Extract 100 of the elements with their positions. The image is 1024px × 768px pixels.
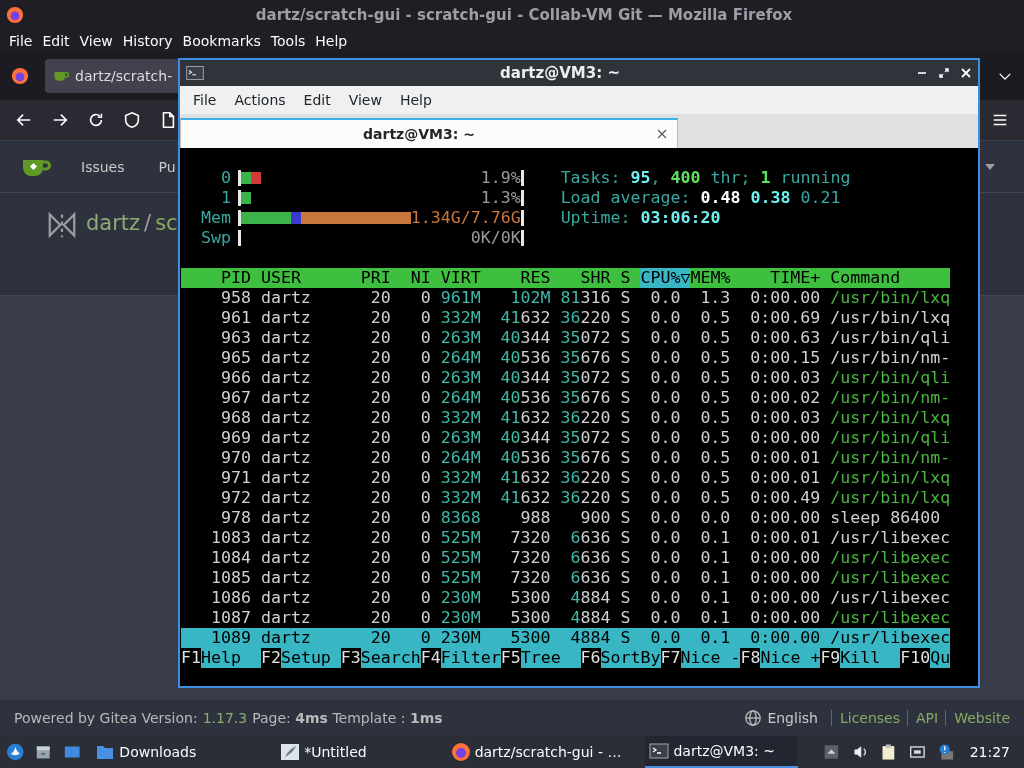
menu-item[interactable]: Tools: [265, 33, 311, 49]
column-header[interactable]: TIME+: [730, 268, 821, 288]
process-row[interactable]: 970 dartz 20 0 264M 40536 35676 S 0.0 0.5 0:00.01 /usr/bin/nm-: [181, 448, 951, 468]
table-cell: 525M: [440, 568, 481, 587]
language-link[interactable]: English: [767, 710, 818, 726]
forward-icon[interactable]: [51, 111, 69, 129]
reload-icon[interactable]: [87, 111, 105, 129]
taskbar-button[interactable]: dartz/scratch-gui - …: [446, 736, 626, 768]
menu-item[interactable]: Help: [310, 33, 353, 49]
summary-line: Load average: 0.48 0.38 0.21: [560, 188, 841, 208]
menu-item[interactable]: Edit: [37, 33, 75, 49]
menu-item[interactable]: Bookmarks: [177, 33, 266, 49]
process-row[interactable]: 966 dartz 20 0 263M 40344 35072 S 0.0 0.5 0:00.03 /usr/bin/qli: [181, 368, 951, 388]
column-header[interactable]: RES: [480, 268, 551, 288]
table-cell-text: dartz: [259, 448, 312, 468]
process-row[interactable]: 1089 dartz 20 0 230M 5300 4884 S 0.0 0.1 0:00.00 /usr/libexec: [181, 628, 951, 648]
process-row[interactable]: 971 dartz 20 0 332M 41632 36220 S 0.0 0.5 0:00.01 /usr/bin/lxq: [181, 468, 951, 488]
process-row[interactable]: 965 dartz 20 0 264M 40536 35676 S 0.0 0.5 0:00.15 /usr/bin/nm-: [181, 348, 951, 368]
nav-link[interactable]: Pu: [158, 158, 176, 175]
menu-item[interactable]: Help: [390, 92, 441, 108]
process-row[interactable]: 961 dartz 20 0 332M 41632 36220 S 0.0 0.5 0:00.69 /usr/bin/lxq: [181, 308, 951, 328]
menu-item[interactable]: View: [339, 92, 391, 108]
meter-label: Mem: [199, 208, 231, 228]
process-row[interactable]: 978 dartz 20 0 8368 988 900 S 0.0 0.0 0:00.00 sleep 86400: [181, 508, 951, 528]
table-cell-text: dartz: [259, 608, 312, 628]
table-cell-text: dartz: [259, 628, 312, 648]
table-cell: 40344: [500, 328, 551, 347]
table-cell-text: dartz: [259, 308, 312, 328]
process-row[interactable]: 1086 dartz 20 0 230M 5300 4884 S 0.0 0.1 0:00.00 /usr/libexec: [181, 588, 951, 608]
column-header[interactable]: VIRT: [430, 268, 481, 288]
column-header[interactable]: Command: [820, 268, 951, 288]
repository-owner-link[interactable]: dartz: [86, 211, 141, 235]
browser-logo-icon: [11, 67, 29, 85]
repository-name-link[interactable]: sc: [155, 211, 178, 235]
process-row[interactable]: 972 dartz 20 0 332M 41632 36220 S 0.0 0.5 0:00.49 /usr/bin/lxq: [181, 488, 951, 508]
clock[interactable]: 21:27: [969, 744, 1010, 760]
table-cell: 7320: [510, 528, 551, 547]
browser-tab[interactable]: dartz/scratch-: [45, 59, 181, 93]
menu-item[interactable]: View: [74, 33, 118, 49]
caret-icon[interactable]: [985, 163, 995, 170]
column-header[interactable]: USER: [250, 268, 351, 288]
shield-icon[interactable]: [123, 111, 141, 129]
chevron-down-icon[interactable]: [998, 71, 1012, 81]
notification-icon[interactable]: [937, 742, 955, 762]
maximize-icon[interactable]: [938, 67, 950, 79]
path-separator: /: [144, 211, 152, 235]
table-cell-text: 0:00.03: [749, 408, 821, 428]
column-header[interactable]: PRI: [350, 268, 391, 288]
process-row[interactable]: 968 dartz 20 0 332M 41632 36220 S 0.0 0.5 0:00.03 /usr/bin/lxq: [181, 408, 951, 428]
table-cell-text: 0.1: [699, 528, 731, 548]
globe-icon[interactable]: [744, 709, 763, 727]
menu-item[interactable]: Actions: [225, 92, 295, 108]
footer-link[interactable]: Licenses: [830, 710, 901, 726]
table-cell-text: 0.5: [699, 308, 731, 328]
meter-label: 1: [219, 188, 231, 208]
table-cell-text: S: [619, 448, 631, 468]
process-row[interactable]: 1085 dartz 20 0 525M 7320 6636 S 0.0 0.1 0:00.00 /usr/libexec: [181, 568, 951, 588]
menu-item[interactable]: History: [117, 33, 178, 49]
meter-reading: 0K/0K: [470, 230, 521, 246]
feather-icon: [280, 742, 301, 762]
footer-link[interactable]: Website: [945, 710, 1010, 726]
column-header[interactable]: S: [610, 268, 631, 288]
process-row[interactable]: 1084 dartz 20 0 525M 7320 6636 S 0.0 0.1 0:00.00 /usr/libexec: [181, 548, 951, 568]
nav-link[interactable]: Issues: [81, 158, 125, 175]
taskbar-button[interactable]: dartz@VM3: ~: [645, 736, 798, 768]
process-row[interactable]: 958 dartz 20 0 961M 102M 81316 S 0.0 1.3 0:00.00 /usr/bin/lxq: [181, 288, 951, 308]
column-header[interactable]: NI: [390, 268, 431, 288]
table-cell-text: 0: [419, 628, 431, 648]
back-icon[interactable]: [15, 111, 33, 129]
process-row[interactable]: 963 dartz 20 0 263M 40344 35072 S 0.0 0.5 0:00.63 /usr/bin/qli: [181, 328, 951, 348]
menu-item[interactable]: File: [184, 92, 226, 108]
table-cell: 263M: [440, 428, 481, 447]
footer-link[interactable]: API: [907, 710, 939, 726]
version-link[interactable]: 1.17.3: [202, 710, 248, 726]
table-cell: 4884: [570, 608, 611, 627]
table-cell-text: 0:00.49: [749, 488, 821, 508]
table-cell-text: S: [619, 368, 631, 388]
table-cell: 988: [520, 508, 551, 527]
menu-item[interactable]: File: [4, 33, 38, 49]
taskbar-button[interactable]: *Untitled: [276, 736, 371, 768]
process-row[interactable]: 967 dartz 20 0 264M 40536 35676 S 0.0 0.5 0:00.02 /usr/bin/nm-: [181, 388, 951, 408]
table-cell-text: S: [619, 568, 631, 588]
terminal-tab[interactable]: dartz@VM3: ~: [180, 118, 678, 148]
column-header[interactable]: SHR: [550, 268, 611, 288]
table-cell: 263M: [440, 328, 481, 347]
close-icon[interactable]: [657, 129, 667, 139]
process-row[interactable]: 1087 dartz 20 0 230M 5300 4884 S 0.0 0.1 0:00.00 /usr/libexec: [181, 608, 951, 628]
taskbar-button[interactable]: Downloads: [91, 736, 201, 768]
table-cell-text: 20: [369, 308, 391, 328]
table-cell-text: 970: [219, 448, 251, 468]
window-title: dartz@VM3: ~: [499, 64, 621, 82]
menu-item[interactable]: Edit: [294, 92, 340, 108]
column-header[interactable]: MEM%: [690, 268, 731, 288]
process-row[interactable]: 1083 dartz 20 0 525M 7320 6636 S 0.0 0.1 0:00.01 /usr/libexec: [181, 528, 951, 548]
column-header[interactable]: PID: [181, 268, 251, 288]
start-menu-icon[interactable]: [6, 741, 25, 763]
process-row[interactable]: 969 dartz 20 0 263M 40344 35072 S 0.0 0.5 0:00.00 /usr/bin/qli: [181, 428, 951, 448]
table-cell-text: 0: [419, 328, 431, 348]
table-cell-text: 0.0: [649, 348, 681, 368]
table-cell-text: /usr/bin/nm-: [829, 388, 951, 408]
